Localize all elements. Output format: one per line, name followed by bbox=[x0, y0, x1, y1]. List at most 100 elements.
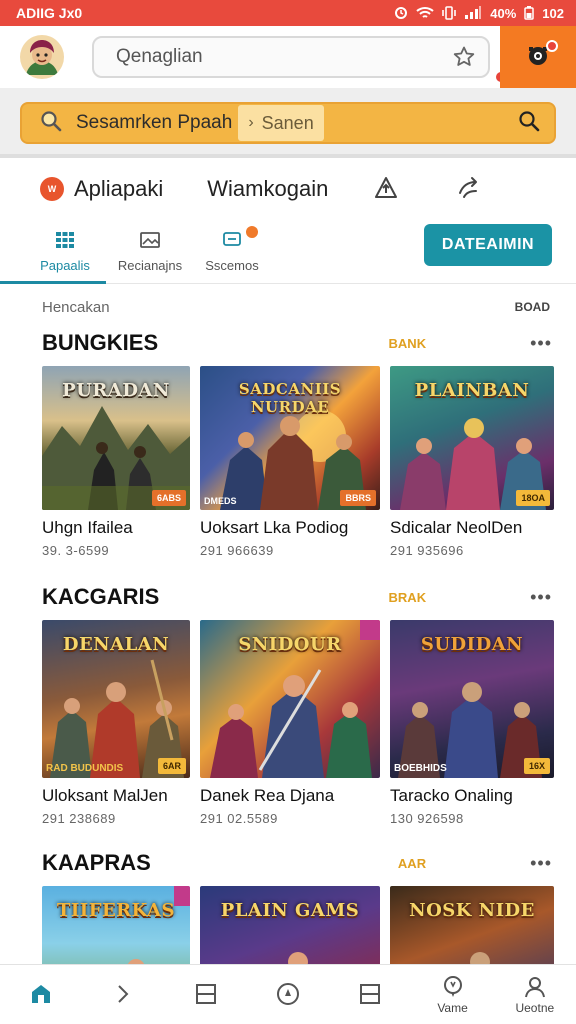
publisher-label: RAD BUDUNDIS bbox=[46, 763, 124, 774]
app-header: W Apliapaki Wiamkogain bbox=[0, 158, 576, 220]
primary-action-button[interactable]: DATEAIMIN bbox=[424, 224, 552, 266]
game-thumbnail: PLAINBAN 18OA bbox=[390, 366, 554, 510]
app-logo-icon: W bbox=[40, 177, 64, 201]
section-kacgaris: KACGARIS BRAK ••• DENALAN RAD BUDUNDIS 6… bbox=[0, 578, 576, 826]
status-carrier: ADIIG Jx0 bbox=[16, 5, 83, 21]
person-icon bbox=[523, 975, 547, 999]
section-tag: AAR bbox=[397, 855, 427, 871]
card-downloads: 291 238689 bbox=[42, 811, 116, 826]
nav-messages[interactable]: Vame bbox=[411, 965, 493, 1024]
search-submit-icon[interactable] bbox=[518, 110, 540, 137]
tab-bar: Papaalis Recianajns Sscemos DATEAIMIN bbox=[0, 220, 576, 284]
game-thumbnail: SADCANIIS NURDAE DMEDS BBRS bbox=[200, 366, 380, 510]
game-card[interactable]: PLAINBAN 18OA Sdicalar NeolDen 291 93569… bbox=[390, 366, 554, 558]
search-bar[interactable]: Sesamrken Ppaah › Sanen bbox=[20, 102, 556, 144]
top-app-bar: Qenaglian bbox=[0, 26, 576, 88]
corner-tag-icon bbox=[360, 620, 380, 640]
meta-label: Hencakan bbox=[42, 298, 110, 316]
publisher-label: DMEDS bbox=[204, 496, 237, 506]
search-suggestion-chip[interactable]: › Sanen bbox=[238, 105, 324, 141]
nav-explore[interactable] bbox=[247, 965, 329, 1024]
chat-bubble-icon bbox=[441, 975, 465, 999]
nav-label: Ueotne bbox=[515, 1000, 555, 1015]
tab-label: Recianajns bbox=[117, 258, 183, 273]
game-thumbnail: DENALAN RAD BUDUNDIS 6AR bbox=[42, 620, 190, 778]
chevron-right-icon bbox=[111, 982, 135, 1006]
chip-label: Sanen bbox=[261, 112, 314, 133]
nav-forward[interactable] bbox=[82, 965, 164, 1024]
art-title: DENALAN bbox=[62, 634, 170, 655]
nav-collections[interactable] bbox=[329, 965, 411, 1024]
tab-label: Papaalis bbox=[40, 258, 90, 273]
avatar[interactable] bbox=[20, 35, 64, 79]
art-title: PLAIN GAMS bbox=[220, 900, 360, 921]
section-header: KAAPRAS AAR ••• bbox=[0, 844, 576, 882]
more-options-icon[interactable]: ••• bbox=[530, 333, 552, 354]
game-card[interactable]: SUDIDAN BOEBHIDS 16X Taracko Onaling 130… bbox=[390, 620, 554, 826]
price-badge: 6ABS bbox=[151, 490, 186, 506]
search-banner: Sesamrken Ppaah › Sanen bbox=[0, 88, 576, 158]
art-title: TIIFERKAS bbox=[56, 900, 176, 921]
battery-level: 40% bbox=[490, 5, 517, 21]
art-title: NOSK NIDE bbox=[409, 900, 535, 921]
share-icon[interactable] bbox=[456, 175, 484, 203]
game-thumbnail: PURADAN 6ABS bbox=[42, 366, 190, 510]
signal-icon bbox=[464, 6, 482, 20]
publisher-label: BOEBHIDS bbox=[394, 763, 447, 774]
app-name: Apliapaki bbox=[74, 176, 164, 201]
card-title: Taracko Onaling bbox=[390, 786, 513, 805]
upload-icon[interactable] bbox=[372, 175, 400, 203]
game-card[interactable]: SADCANIIS NURDAE DMEDS BBRS Uoksart Lka … bbox=[200, 366, 380, 558]
game-thumbnail: SNIDOUR bbox=[200, 620, 380, 778]
art-title: SADCANIIS NURDAE bbox=[238, 380, 342, 416]
art-title: SUDIDAN bbox=[420, 634, 524, 655]
card-row: PURADAN 6ABS Uhgn Ifailea 39. 3-6599 SAD… bbox=[0, 366, 576, 558]
app-screen: ADIIG Jx0 40% 102 Qenaglian Sesamrken Pp… bbox=[0, 0, 576, 1024]
list-meta: Hencakan BOAD bbox=[0, 284, 576, 320]
url-search-field[interactable]: Qenaglian bbox=[92, 36, 490, 78]
bottom-navigation: Vame Ueotne bbox=[0, 964, 576, 1024]
more-options-icon[interactable]: ••• bbox=[530, 853, 552, 874]
card-downloads: 130 926598 bbox=[390, 811, 464, 826]
tab-recianajns[interactable]: Recianajns bbox=[114, 220, 186, 284]
game-card[interactable]: SNIDOUR Danek Rea Djana 291 02.5589 bbox=[200, 620, 380, 826]
art-title: PURADAN bbox=[62, 380, 170, 401]
card-title: Danek Rea Djana bbox=[200, 786, 335, 805]
chat-icon bbox=[221, 231, 243, 252]
vibrate-icon bbox=[442, 6, 457, 20]
price-badge: 6AR bbox=[157, 758, 186, 774]
game-card[interactable]: DENALAN RAD BUDUNDIS 6AR Uloksant MalJen… bbox=[42, 620, 190, 826]
price-badge: 16X bbox=[523, 758, 550, 774]
section-title: KAAPRAS bbox=[42, 850, 151, 875]
home-icon bbox=[29, 982, 53, 1006]
card-title: Uhgn Ifailea bbox=[42, 518, 133, 537]
url-text: Qenaglian bbox=[116, 46, 203, 67]
chevron-right-icon: › bbox=[248, 114, 254, 131]
more-options-icon[interactable]: ••• bbox=[530, 587, 552, 608]
game-card[interactable]: PURADAN 6ABS Uhgn Ifailea 39. 3-6599 bbox=[42, 366, 190, 558]
art-title: PLAINBAN bbox=[414, 380, 530, 401]
price-badge: 18OA bbox=[516, 490, 550, 506]
nav-profile[interactable]: Ueotne bbox=[494, 965, 576, 1024]
meta-count: BOAD bbox=[514, 300, 550, 314]
nav-library[interactable] bbox=[165, 965, 247, 1024]
profile-menu-button[interactable] bbox=[500, 26, 576, 88]
wifi-icon bbox=[416, 6, 434, 20]
corner-tag-icon bbox=[174, 886, 190, 906]
card-title: Sdicalar NeolDen bbox=[390, 518, 523, 537]
battery-icon bbox=[524, 6, 535, 20]
section-header: KACGARIS BRAK ••• bbox=[0, 578, 576, 616]
card-row: DENALAN RAD BUDUNDIS 6AR Uloksant MalJen… bbox=[0, 620, 576, 826]
status-icons: 40% 102 bbox=[394, 6, 564, 21]
price-badge: BBRS bbox=[340, 490, 376, 506]
art-title: SNIDOUR bbox=[238, 634, 342, 655]
card-downloads: 291 02.5589 bbox=[200, 811, 278, 826]
section-tag: BRAK bbox=[388, 589, 427, 605]
section-title: KACGARIS bbox=[42, 584, 160, 609]
star-icon[interactable] bbox=[452, 45, 476, 69]
tab-papaalis[interactable]: Papaalis bbox=[30, 220, 100, 284]
nav-home[interactable] bbox=[0, 965, 82, 1024]
search-query: Sesamrken Ppaah bbox=[76, 112, 233, 133]
image-icon bbox=[139, 231, 161, 252]
section-header: BUNGKIES BANK ••• bbox=[0, 324, 576, 362]
